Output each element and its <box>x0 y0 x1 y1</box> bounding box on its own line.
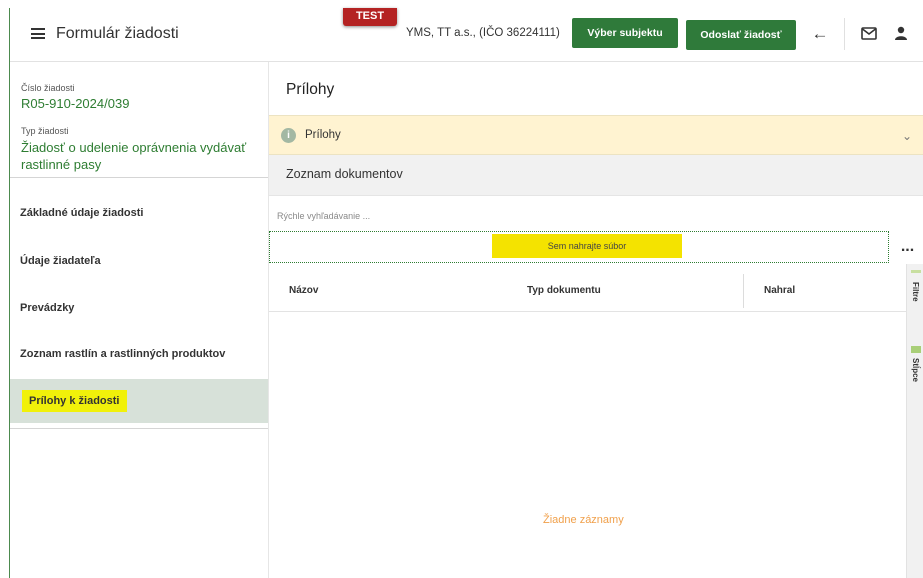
arrow-left-icon[interactable]: ← <box>810 24 830 44</box>
sidebar-item-basic-data[interactable]: Základné údaje žiadosti <box>10 190 268 235</box>
column-header-document-type[interactable]: Typ dokumentu <box>527 285 601 296</box>
request-type-label: Typ žiadosti <box>21 126 69 136</box>
more-options-button[interactable]: ... <box>891 231 923 263</box>
request-type-line1: Žiadosť o udelenie oprávnenia vydávať <box>21 140 247 155</box>
application-window: Formulár žiadosti TEST YMS, TT a.s., (IČ… <box>0 0 923 578</box>
upload-label: Sem nahrajte súbor <box>492 234 682 258</box>
main-content: Prílohy i Prílohy ⌄ Zoznam dokumentov Se… <box>268 62 923 578</box>
request-type-line2: rastlinné pasy <box>21 157 102 172</box>
column-divider <box>743 274 744 308</box>
request-number-label: Číslo žiadosti <box>21 83 75 93</box>
quick-search-input[interactable] <box>277 207 577 225</box>
test-environment-badge: TEST <box>343 8 397 26</box>
sidebar-bottom-divider <box>10 428 268 429</box>
sidebar-item-label: Zoznam rastlín a rastlinných produktov <box>20 347 226 360</box>
grid-side-panel: Filtre Stĺpce <box>906 264 923 578</box>
user-icon[interactable] <box>892 24 910 42</box>
columns-tab-label: Stĺpce <box>911 358 920 383</box>
send-request-button[interactable]: Odoslať žiadosť <box>686 20 796 50</box>
table-header: Názov Typ dokumentu Nahral <box>269 270 906 312</box>
sidebar-item-label: Prílohy k žiadosti <box>22 390 128 412</box>
sidebar-item-applicant[interactable]: Údaje žiadateľa <box>10 238 268 283</box>
sidebar-divider <box>10 177 268 178</box>
sidebar-item-premises[interactable]: Prevádzky <box>10 285 268 330</box>
chevron-down-icon[interactable]: ⌄ <box>902 129 912 143</box>
menu-icon[interactable] <box>31 28 45 39</box>
info-icon: i <box>281 128 296 143</box>
documents-title: Zoznam dokumentov <box>286 167 403 181</box>
select-subject-button[interactable]: Výber subjektu <box>572 18 678 48</box>
page-title: Formulár žiadosti <box>56 25 179 42</box>
header-bar: Formulár žiadosti TEST YMS, TT a.s., (IČ… <box>10 8 923 62</box>
mail-icon[interactable] <box>860 25 877 42</box>
filter-icon <box>911 270 921 273</box>
header-divider <box>844 18 845 50</box>
current-subject: YMS, TT a.s., (IČO 36224111) <box>406 27 560 39</box>
section-title: Prílohy <box>286 81 335 98</box>
columns-icon <box>911 346 921 353</box>
attachments-info-panel[interactable]: i Prílohy ⌄ <box>269 115 923 155</box>
empty-state-text: Žiadne záznamy <box>543 514 624 526</box>
file-upload-dropzone[interactable]: Sem nahrajte súbor <box>269 231 889 263</box>
request-number: R05-910-2024/039 <box>21 96 130 111</box>
sidebar-item-label: Prevádzky <box>20 301 75 314</box>
sidebar-item-attachments[interactable]: Prílohy k žiadosti <box>10 379 268 423</box>
column-header-uploaded-by[interactable]: Nahral <box>764 285 795 296</box>
filters-tab-label: Filtre <box>911 282 920 302</box>
sidebar-item-label: Základné údaje žiadosti <box>20 206 144 219</box>
info-panel-label: Prílohy <box>305 129 341 141</box>
column-header-name[interactable]: Názov <box>289 285 318 296</box>
documents-header: Zoznam dokumentov <box>269 155 923 196</box>
columns-tab[interactable]: Stĺpce <box>907 346 923 436</box>
sidebar-item-label: Údaje žiadateľa <box>20 254 101 267</box>
filters-tab[interactable]: Filtre <box>907 264 923 344</box>
sidebar-item-plants-list[interactable]: Zoznam rastlín a rastlinných produktov <box>10 331 268 376</box>
